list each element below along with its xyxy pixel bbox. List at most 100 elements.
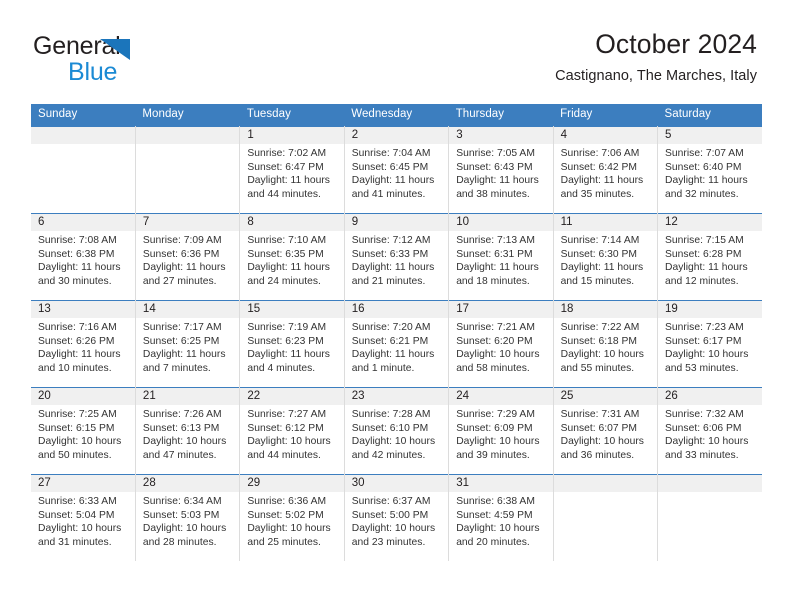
day-cell-content: 30 Sunrise: 6:37 AM Sunset: 5:00 PM Dayligh… [344, 475, 449, 561]
sunset-line: Sunset: 6:33 PM [351, 248, 429, 260]
sunrise-line: Sunrise: 7:12 AM [351, 235, 431, 246]
day-number: 31 [449, 475, 553, 492]
day-details: Sunrise: 7:17 AM Sunset: 6:25 PM Daylight:… [136, 318, 239, 375]
day-details: Sunrise: 7:04 AM Sunset: 6:45 PM Daylight:… [345, 144, 448, 201]
day-details: Sunrise: 7:15 AM Sunset: 6:28 PM Daylight:… [658, 231, 762, 288]
sunrise-line: Sunrise: 6:34 AM [142, 496, 222, 507]
calendar-day-cell[interactable]: 27 Sunrise: 6:33 AM Sunset: 5:04 PM Dayligh… [31, 474, 136, 561]
day-details: Sunrise: 6:38 AM Sunset: 4:59 PM Daylight:… [449, 492, 552, 549]
day-cell-content: 28 Sunrise: 6:34 AM Sunset: 5:03 PM Dayligh… [135, 475, 240, 561]
calendar-day-cell[interactable] [31, 126, 136, 214]
daylight-line-1: Daylight: 11 hours [351, 262, 435, 274]
calendar-day-cell[interactable]: 31 Sunrise: 6:38 AM Sunset: 4:59 PM Dayligh… [448, 474, 554, 561]
logo-triangle-icon [100, 39, 130, 60]
daylight-line-1: Daylight: 11 hours [351, 175, 435, 187]
sunset-line: Sunset: 4:59 PM [456, 509, 533, 521]
calendar-day-cell[interactable]: 28 Sunrise: 6:34 AM Sunset: 5:03 PM Dayligh… [134, 474, 241, 561]
calendar-day-cell[interactable]: 1 Sunrise: 7:02 AM Sunset: 6:47 PM Daylight… [239, 126, 345, 214]
sunrise-line: Sunrise: 7:17 AM [142, 322, 222, 333]
calendar-day-cell[interactable]: 20 Sunrise: 7:25 AM Sunset: 6:15 PM Dayligh… [31, 387, 136, 475]
day-cell-content: 15 Sunrise: 7:19 AM Sunset: 6:23 PM Dayligh… [240, 301, 344, 387]
daylight-line-1: Daylight: 10 hours [38, 436, 122, 448]
weekday-header-friday: Friday [553, 104, 658, 127]
calendar-day-cell[interactable]: 14 Sunrise: 7:17 AM Sunset: 6:25 PM Dayligh… [134, 300, 241, 388]
sunset-line: Sunset: 6:23 PM [247, 335, 324, 347]
calendar-day-cell[interactable]: 11 Sunrise: 7:14 AM Sunset: 6:30 PM Dayligh… [552, 213, 659, 301]
calendar-day-cell[interactable]: 29 Sunrise: 6:36 AM Sunset: 5:02 PM Dayligh… [239, 474, 345, 561]
daylight-line-2: and 18 minutes. [456, 275, 530, 287]
calendar-day-cell[interactable]: 7 Sunrise: 7:09 AM Sunset: 6:36 PM Daylight… [134, 213, 241, 301]
day-details: Sunrise: 7:05 AM Sunset: 6:43 PM Daylight:… [449, 144, 552, 201]
sunset-line: Sunset: 6:26 PM [38, 335, 115, 347]
sunrise-line: Sunrise: 7:29 AM [456, 409, 535, 420]
sunrise-line: Sunrise: 7:22 AM [560, 322, 640, 333]
day-cell-content [658, 475, 762, 561]
weekday-header-wednesday: Wednesday [344, 104, 449, 127]
day-number: 30 [344, 475, 449, 492]
calendar-body: 1 Sunrise: 7:02 AM Sunset: 6:47 PM Daylight… [31, 126, 762, 561]
sunset-line: Sunset: 6:12 PM [247, 422, 324, 434]
calendar-day-cell[interactable]: 12 Sunrise: 7:15 AM Sunset: 6:28 PM Dayligh… [657, 213, 762, 301]
day-details: Sunrise: 7:27 AM Sunset: 6:12 PM Daylight:… [240, 405, 343, 462]
day-details [31, 144, 135, 147]
calendar-day-cell[interactable]: 24 Sunrise: 7:29 AM Sunset: 6:09 PM Dayligh… [448, 387, 554, 475]
calendar-day-cell[interactable]: 4 Sunrise: 7:06 AM Sunset: 6:42 PM Daylight… [552, 126, 659, 214]
calendar-day-cell[interactable]: 25 Sunrise: 7:31 AM Sunset: 6:07 PM Dayligh… [552, 387, 659, 475]
calendar-day-cell[interactable]: 22 Sunrise: 7:27 AM Sunset: 6:12 PM Dayligh… [239, 387, 345, 475]
calendar-day-cell[interactable]: 6 Sunrise: 7:08 AM Sunset: 6:38 PM Daylight… [31, 213, 136, 301]
calendar-day-cell[interactable]: 21 Sunrise: 7:26 AM Sunset: 6:13 PM Dayligh… [134, 387, 241, 475]
calendar-day-cell[interactable]: 15 Sunrise: 7:19 AM Sunset: 6:23 PM Dayligh… [239, 300, 345, 388]
day-number: 2 [344, 127, 449, 144]
day-details: Sunrise: 7:02 AM Sunset: 6:47 PM Daylight:… [240, 144, 343, 201]
daylight-line-2: and 39 minutes. [456, 449, 530, 461]
day-number: 19 [658, 301, 762, 318]
title-block: October 2024 Castignano, The Marches, It… [555, 28, 757, 86]
calendar-day-cell[interactable]: 9 Sunrise: 7:12 AM Sunset: 6:33 PM Daylight… [343, 213, 450, 301]
day-number: 21 [135, 388, 240, 405]
calendar-day-cell[interactable]: 19 Sunrise: 7:23 AM Sunset: 6:17 PM Dayligh… [657, 300, 762, 388]
sunrise-line: Sunrise: 7:05 AM [456, 148, 535, 159]
day-cell-content: 25 Sunrise: 7:31 AM Sunset: 6:07 PM Dayligh… [553, 388, 658, 474]
calendar-day-cell[interactable]: 23 Sunrise: 7:28 AM Sunset: 6:10 PM Dayligh… [343, 387, 450, 475]
daylight-line-2: and 28 minutes. [142, 536, 217, 548]
calendar-day-cell[interactable]: 18 Sunrise: 7:22 AM Sunset: 6:18 PM Dayligh… [552, 300, 659, 388]
sunrise-line: Sunrise: 7:21 AM [456, 322, 535, 333]
day-details [554, 492, 657, 495]
sunset-line: Sunset: 6:42 PM [560, 161, 638, 173]
calendar-day-cell[interactable]: 30 Sunrise: 6:37 AM Sunset: 5:00 PM Dayligh… [343, 474, 450, 561]
day-cell-content: 21 Sunrise: 7:26 AM Sunset: 6:13 PM Dayligh… [135, 388, 240, 474]
day-details: Sunrise: 7:20 AM Sunset: 6:21 PM Daylight:… [345, 318, 448, 375]
calendar-day-cell[interactable]: 10 Sunrise: 7:13 AM Sunset: 6:31 PM Dayligh… [448, 213, 554, 301]
calendar-day-cell[interactable]: 13 Sunrise: 7:16 AM Sunset: 6:26 PM Dayligh… [31, 300, 136, 388]
daylight-line-2: and 30 minutes. [38, 275, 112, 287]
day-details: Sunrise: 7:09 AM Sunset: 6:36 PM Daylight:… [136, 231, 239, 288]
daylight-line-2: and 33 minutes. [665, 449, 739, 461]
weekday-header-row: Sunday Monday Tuesday Wednesday Thursday Frid… [31, 104, 762, 127]
day-details: Sunrise: 7:08 AM Sunset: 6:38 PM Daylight:… [31, 231, 135, 288]
calendar-day-cell[interactable] [657, 474, 762, 561]
calendar-day-cell[interactable]: 2 Sunrise: 7:04 AM Sunset: 6:45 PM Daylight… [343, 126, 450, 214]
daylight-line-2: and 50 minutes. [38, 449, 112, 461]
day-details: Sunrise: 7:07 AM Sunset: 6:40 PM Daylight:… [658, 144, 762, 201]
daylight-line-2: and 23 minutes. [351, 536, 426, 548]
sunset-line: Sunset: 6:15 PM [38, 422, 115, 434]
sunrise-line: Sunrise: 7:02 AM [247, 148, 327, 159]
day-cell-content: 22 Sunrise: 7:27 AM Sunset: 6:12 PM Dayligh… [240, 388, 344, 474]
day-cell-content: 10 Sunrise: 7:13 AM Sunset: 6:31 PM Dayligh… [449, 214, 553, 300]
sunset-line: Sunset: 6:06 PM [665, 422, 742, 434]
calendar-day-cell[interactable] [552, 474, 659, 561]
calendar-day-cell[interactable]: 3 Sunrise: 7:05 AM Sunset: 6:43 PM Daylight… [448, 126, 554, 214]
daylight-line-2: and 38 minutes. [456, 188, 530, 200]
daylight-line-1: Daylight: 11 hours [247, 175, 330, 187]
sunset-line: Sunset: 6:10 PM [351, 422, 429, 434]
daylight-line-1: Daylight: 10 hours [247, 523, 331, 535]
calendar-day-cell[interactable]: 8 Sunrise: 7:10 AM Sunset: 6:35 PM Daylight… [239, 213, 345, 301]
calendar-day-cell[interactable] [134, 126, 241, 214]
calendar-day-cell[interactable]: 16 Sunrise: 7:20 AM Sunset: 6:21 PM Dayligh… [343, 300, 450, 388]
calendar-day-cell[interactable]: 5 Sunrise: 7:07 AM Sunset: 6:40 PM Daylight… [657, 126, 762, 214]
sunset-line: Sunset: 6:30 PM [560, 248, 638, 260]
day-number: 23 [344, 388, 449, 405]
daylight-line-2: and 44 minutes. [247, 449, 321, 461]
calendar-day-cell[interactable]: 17 Sunrise: 7:21 AM Sunset: 6:20 PM Dayligh… [448, 300, 554, 388]
calendar-day-cell[interactable]: 26 Sunrise: 7:32 AM Sunset: 6:06 PM Dayligh… [657, 387, 762, 475]
